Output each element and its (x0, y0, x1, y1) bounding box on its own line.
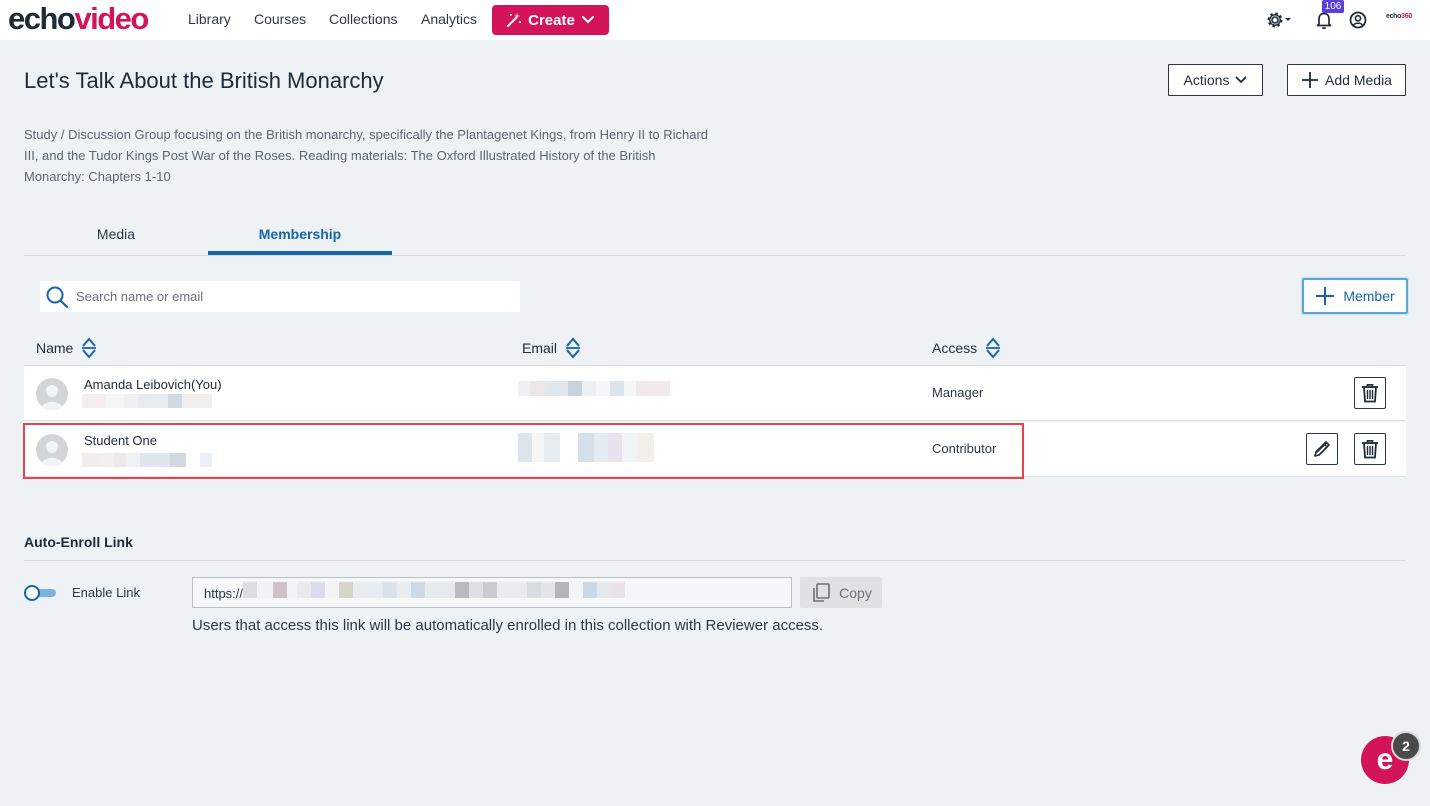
column-header-email[interactable]: Email (522, 337, 581, 359)
member-name: Student One (84, 433, 157, 448)
redacted-username (82, 453, 214, 467)
table-row: Amanda Leibovich(You) Manager (24, 366, 1406, 421)
auto-enroll-link-field: https:// (192, 577, 792, 608)
delete-member-button[interactable] (1354, 377, 1386, 409)
nav-library[interactable]: Library (188, 11, 231, 27)
redacted-email (518, 433, 668, 462)
magic-wand-icon (507, 13, 522, 27)
actions-dropdown-button[interactable]: Actions (1168, 64, 1263, 96)
nav-courses[interactable]: Courses (254, 11, 306, 27)
chevron-down-icon (581, 16, 594, 24)
tab-membership[interactable]: Membership (208, 214, 392, 255)
member-name: Amanda Leibovich(You) (84, 377, 222, 392)
member-search-box (40, 281, 520, 312)
copy-icon (813, 582, 830, 602)
avatar (36, 434, 68, 466)
nav-collections[interactable]: Collections (329, 11, 397, 27)
access-level: Manager (932, 385, 984, 400)
plus-icon (1316, 287, 1335, 305)
table-row: Student One Contributor (24, 422, 1406, 477)
tab-media[interactable]: Media (24, 214, 208, 255)
user-account-button[interactable] (1346, 8, 1370, 32)
edit-member-button[interactable] (1306, 433, 1338, 465)
top-nav-bar: echovideo Library Courses Collections An… (0, 0, 1430, 40)
column-header-name[interactable]: Name (36, 337, 97, 359)
page-title: Let's Talk About the British Monarchy (24, 68, 384, 93)
auto-enroll-note: Users that access this link will be auto… (192, 617, 824, 634)
active-tab-indicator (208, 251, 392, 255)
delete-member-button[interactable] (1354, 433, 1386, 465)
add-member-button[interactable]: Member (1302, 278, 1408, 314)
access-level: Contributor (932, 441, 997, 456)
user-circle-icon (1349, 11, 1367, 29)
chevron-down-icon (1236, 76, 1247, 84)
redacted-link (243, 582, 698, 598)
create-label: Create (528, 11, 575, 29)
redacted-username (82, 394, 212, 408)
sort-icon (82, 337, 97, 359)
search-icon (42, 281, 72, 312)
link-prefix: https:// (204, 586, 244, 601)
copy-label: Copy (839, 584, 872, 601)
member-search-input[interactable] (76, 289, 506, 304)
nav-analytics[interactable]: Analytics (421, 11, 477, 27)
column-header-access[interactable]: Access (932, 337, 1001, 359)
actions-label: Actions (1183, 72, 1230, 88)
bell-icon (1316, 12, 1332, 29)
tabs-divider (24, 255, 1406, 256)
sort-icon (566, 337, 581, 359)
pencil-icon (1314, 441, 1330, 457)
avatar (36, 378, 68, 410)
echovideo-logo[interactable]: echovideo (8, 2, 149, 36)
notification-count-badge: 106 (1322, 0, 1344, 13)
enable-link-toggle[interactable] (24, 585, 56, 601)
enable-link-label: Enable Link (72, 585, 140, 600)
gear-icon (1267, 12, 1291, 28)
plus-icon (1302, 72, 1319, 88)
create-button[interactable]: Create (492, 5, 609, 35)
help-notification-badge: 2 (1391, 731, 1421, 761)
add-media-label: Add Media (1325, 72, 1392, 88)
redacted-email (518, 381, 679, 396)
settings-menu[interactable] (1265, 8, 1295, 32)
collection-description: Study / Discussion Group focusing on the… (24, 127, 709, 184)
add-media-button[interactable]: Add Media (1287, 64, 1406, 96)
add-member-label: Member (1343, 288, 1395, 304)
sort-icon (986, 337, 1001, 359)
toggle-knob (24, 585, 40, 601)
copy-link-button[interactable]: Copy (800, 577, 882, 608)
trash-icon (1362, 440, 1378, 459)
echo360-logo: echo360 (1386, 13, 1412, 20)
trash-icon (1362, 384, 1378, 403)
auto-enroll-title: Auto-Enroll Link (24, 534, 133, 550)
auto-enroll-divider (24, 560, 1406, 561)
